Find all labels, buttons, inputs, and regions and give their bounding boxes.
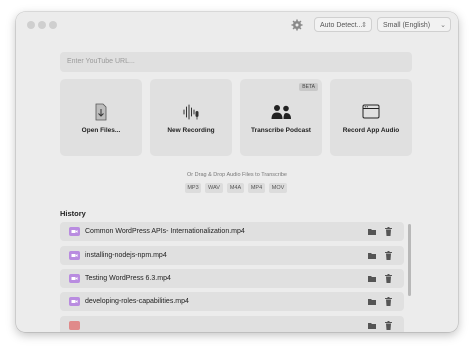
file-import-icon [95,103,107,121]
open-files-label: Open Files... [81,127,121,134]
model-select-value: Small (English) [383,22,431,29]
format-badge: MP3 [185,183,201,193]
app-window-icon [362,104,380,119]
trash-icon[interactable] [385,274,392,283]
history-file-name: Testing WordPress 6.3.mp4 [85,275,171,282]
folder-icon[interactable] [368,298,376,305]
history-title: History [60,209,86,218]
trash-icon[interactable] [385,251,392,260]
history-file-name: developing-roles-capabilities.mp4 [85,298,189,305]
record-app-audio-label: Record App Audio [342,127,400,134]
history-row[interactable]: Testing WordPress 6.3.mp4 [60,269,404,288]
history-file-name: Common WordPress APIs- Internationalizat… [85,228,245,235]
close-window-button[interactable] [27,21,35,29]
video-file-icon [69,274,80,283]
transcribe-podcast-label: Transcribe Podcast [251,127,311,134]
app-window: Auto Detect... ⇕ Small (English) ⌄ Enter… [16,12,458,332]
trash-icon[interactable] [385,297,392,306]
history-file-name: installing-nodejs-npm.mp4 [85,252,167,259]
youtube-url-input[interactable]: Enter YouTube URL... [60,52,412,72]
minimize-window-button[interactable] [38,21,46,29]
record-app-audio-button[interactable]: Record App Audio [330,79,412,156]
video-file-icon [69,251,80,260]
updown-chevron-icon: ⇕ [361,22,367,29]
new-recording-button[interactable]: New Recording [150,79,232,156]
drag-drop-hint: Or Drag & Drop Audio Files to Transcribe [187,172,287,178]
trash-icon[interactable] [385,321,392,330]
language-select-value: Auto Detect... [320,22,363,29]
model-select[interactable]: Small (English) ⌄ [377,17,451,32]
trash-icon[interactable] [385,227,392,236]
open-files-button[interactable]: Open Files... [60,79,142,156]
new-recording-label: New Recording [167,127,215,134]
beta-badge: BETA [299,83,318,91]
title-bar: Auto Detect... ⇕ Small (English) ⌄ [16,12,458,38]
url-placeholder: Enter YouTube URL... [67,58,135,65]
folder-icon[interactable] [368,228,376,235]
language-select[interactable]: Auto Detect... ⇕ [314,17,372,32]
history-row-partial[interactable] [60,316,404,332]
video-file-icon [69,321,80,330]
people-icon [271,105,291,119]
transcribe-podcast-button[interactable]: BETA Transcribe Podcast [240,79,322,156]
format-badge: WAV [205,183,223,193]
video-file-icon [69,297,80,306]
history-scrollbar[interactable] [408,224,411,296]
folder-icon[interactable] [368,275,376,282]
folder-icon[interactable] [368,252,376,259]
waveform-mic-icon [183,104,199,120]
folder-icon[interactable] [368,322,376,329]
history-row[interactable]: Common WordPress APIs- Internationalizat… [60,222,404,241]
gear-icon[interactable] [291,19,303,31]
format-badge: MP4 [248,183,265,193]
format-badge: M4A [227,183,244,193]
history-row[interactable]: installing-nodejs-npm.mp4 [60,246,404,265]
history-row[interactable]: developing-roles-capabilities.mp4 [60,292,404,311]
video-file-icon [69,227,80,236]
zoom-window-button[interactable] [49,21,57,29]
chevron-down-icon: ⌄ [440,22,446,29]
format-badge: MOV [269,183,287,193]
